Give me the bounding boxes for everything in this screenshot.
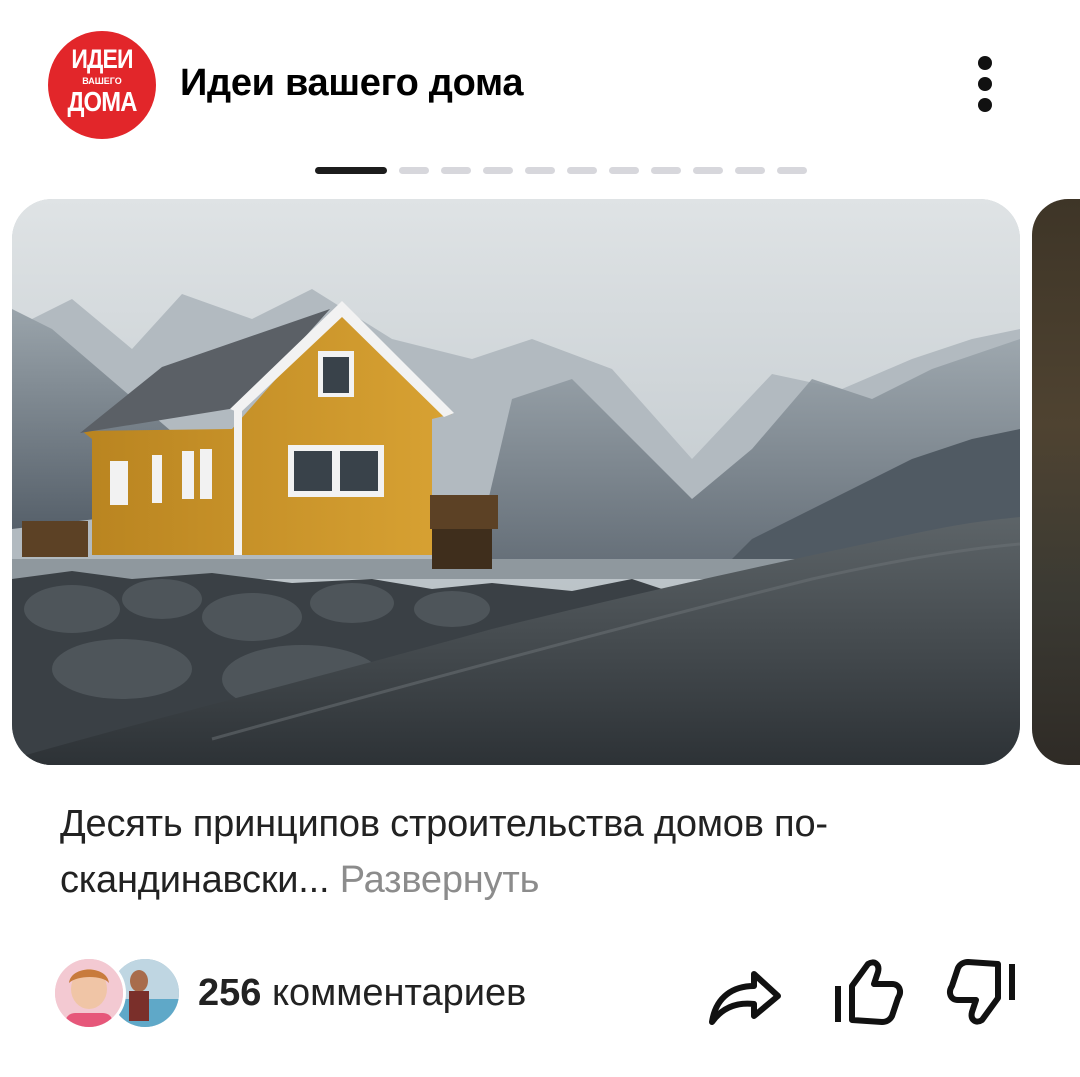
pager-dot[interactable] [735, 167, 765, 174]
post-description: Десять принципов строительства домов по-… [60, 796, 1020, 908]
pager-dot[interactable] [399, 167, 429, 174]
pager-dot-active[interactable] [315, 167, 387, 174]
commenter-avatars[interactable] [52, 956, 182, 1032]
avatar [52, 956, 126, 1030]
pager-dot[interactable] [777, 167, 807, 174]
share-arrow-icon [709, 971, 781, 1025]
expand-link[interactable]: Развернуть [340, 859, 540, 901]
channel-title[interactable]: Идеи вашего дома [180, 62, 523, 105]
logo-line-1: ИДЕИ [71, 44, 133, 74]
comments-count: 256 [198, 972, 262, 1014]
post-header: ИДЕИ ВАШЕГО ДОМА Идеи вашего дома [0, 0, 1080, 170]
pager-dot[interactable] [651, 167, 681, 174]
more-menu-button[interactable] [968, 52, 1002, 116]
post-image[interactable] [12, 199, 1020, 765]
dislike-button[interactable] [946, 952, 1026, 1032]
like-button[interactable] [830, 952, 910, 1032]
pager-dot[interactable] [567, 167, 597, 174]
comments-label: комментариев [271, 972, 527, 1014]
logo-line-2: ВАШЕГО [82, 76, 122, 86]
pager-dot[interactable] [483, 167, 513, 174]
pager-dot[interactable] [525, 167, 555, 174]
next-post-image-peek[interactable] [1032, 199, 1080, 765]
pager-dot[interactable] [693, 167, 723, 174]
thumbs-down-icon [947, 959, 1015, 1025]
comments-link[interactable]: 256 комментариев [198, 972, 526, 1015]
yellow-house-photo [12, 199, 1020, 765]
pager-dot[interactable] [441, 167, 471, 174]
pager-dot[interactable] [609, 167, 639, 174]
channel-logo[interactable]: ИДЕИ ВАШЕГО ДОМА [48, 31, 156, 139]
share-button[interactable] [704, 952, 784, 1032]
thumbs-up-icon [835, 959, 903, 1025]
logo-line-3: ДОМА [67, 86, 137, 117]
